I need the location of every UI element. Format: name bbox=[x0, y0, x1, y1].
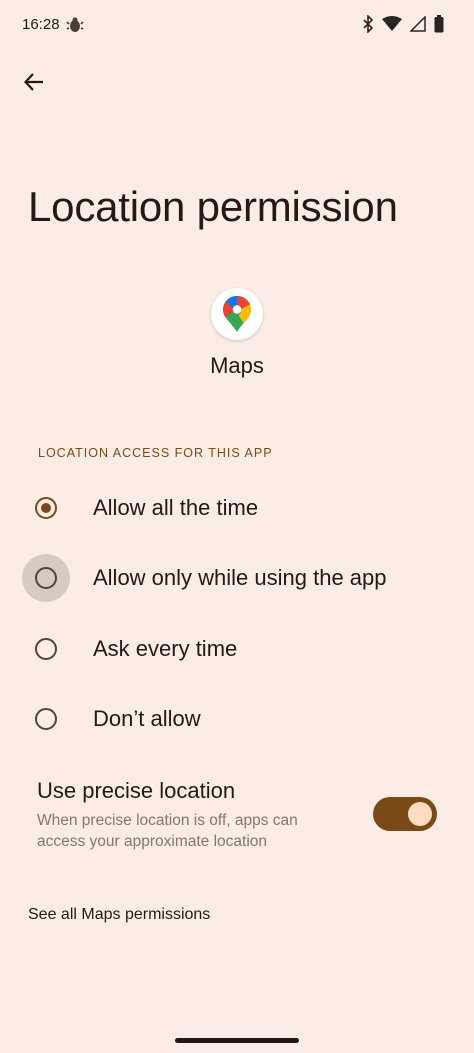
toggle-thumb bbox=[408, 802, 432, 826]
radio-button[interactable] bbox=[35, 708, 57, 730]
option-label: Allow all the time bbox=[93, 495, 259, 520]
radio-container bbox=[22, 484, 70, 532]
status-icons bbox=[362, 14, 444, 38]
option-allow-all-the-time[interactable]: Allow all the time bbox=[0, 478, 474, 538]
google-maps-icon bbox=[211, 288, 263, 340]
radio-button[interactable] bbox=[35, 567, 57, 589]
option-label: Don’t allow bbox=[93, 706, 201, 731]
gesture-nav-handle[interactable] bbox=[175, 1038, 299, 1043]
app-name: Maps bbox=[210, 353, 264, 378]
radio-button-selected[interactable] bbox=[35, 497, 57, 519]
page-title: Location permission bbox=[28, 183, 398, 230]
status-bar: 16:28 bbox=[0, 0, 474, 52]
arrow-back-icon bbox=[23, 71, 45, 98]
bluetooth-icon bbox=[362, 14, 374, 38]
section-header: LOCATION ACCESS FOR THIS APP bbox=[38, 446, 273, 460]
radio-container bbox=[22, 695, 70, 743]
radio-button[interactable] bbox=[35, 638, 57, 660]
radio-container bbox=[22, 554, 70, 602]
bug-notification-icon bbox=[66, 16, 84, 34]
option-ask-every-time[interactable]: Ask every time bbox=[0, 619, 474, 679]
option-allow-while-using[interactable]: Allow only while using the app bbox=[0, 548, 474, 608]
radio-container bbox=[22, 625, 70, 673]
precise-location-toggle[interactable] bbox=[373, 797, 437, 831]
status-time: 16:28 bbox=[22, 16, 60, 33]
back-button[interactable] bbox=[14, 64, 54, 104]
precise-location-title: Use precise location bbox=[37, 778, 236, 803]
battery-icon bbox=[434, 15, 444, 38]
see-all-permissions-link[interactable]: See all Maps permissions bbox=[28, 906, 210, 924]
signal-icon bbox=[409, 15, 426, 37]
option-label: Allow only while using the app bbox=[93, 565, 387, 590]
wifi-icon bbox=[382, 16, 402, 37]
option-label: Ask every time bbox=[93, 636, 238, 661]
precise-location-description: When precise location is off, apps can a… bbox=[37, 812, 298, 850]
option-dont-allow[interactable]: Don’t allow bbox=[0, 689, 474, 749]
